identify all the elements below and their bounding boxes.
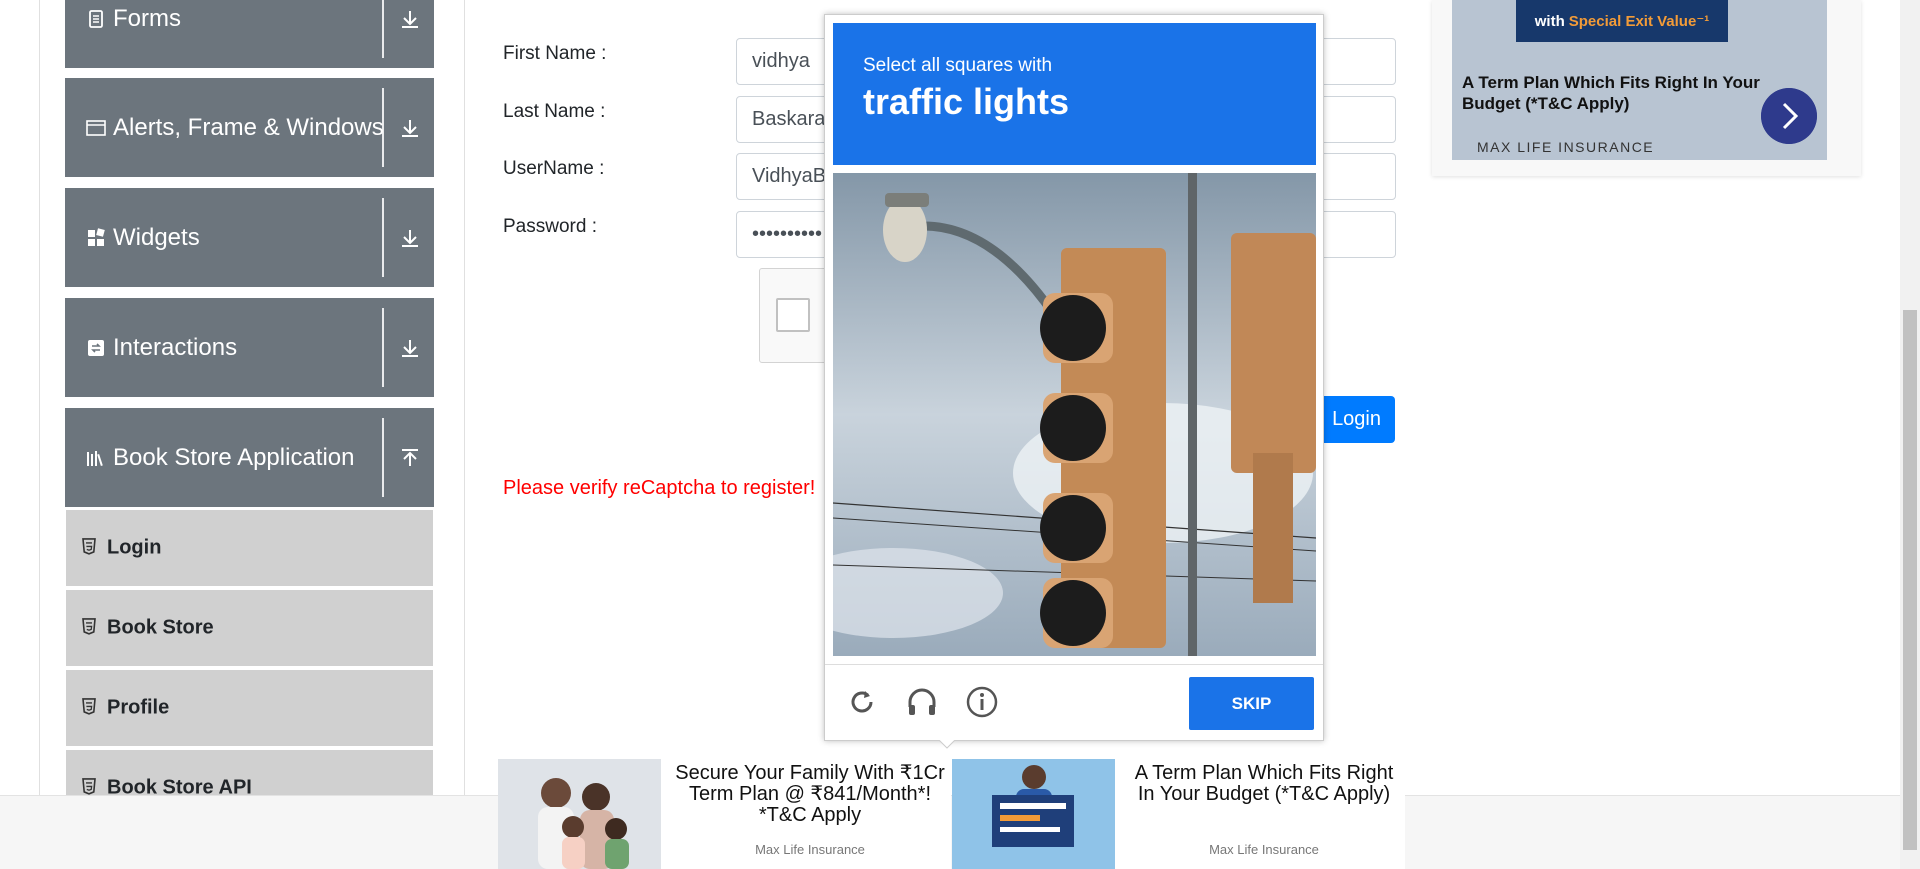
document-icon (89, 9, 103, 28)
ad-brand: MAX LIFE INSURANCE (1477, 139, 1655, 155)
captcha-instruction: Select all squares with (863, 55, 1053, 76)
html5-icon (82, 618, 96, 635)
recaptcha-error-message: Please verify reCaptcha to register! (503, 477, 816, 499)
bottom-ad-2[interactable]: A Term Plan Which Fits Right In Your Bud… (952, 759, 1405, 869)
recaptcha-checkbox[interactable] (776, 298, 810, 332)
captcha-target: traffic lights (863, 81, 1070, 122)
first-name-label: First Name : (503, 43, 607, 64)
ad-title: A Term Plan Which Fits Right In Your Bud… (1134, 762, 1394, 805)
interactions-icon (88, 339, 104, 356)
ad-brand: Max Life Insurance (755, 842, 865, 857)
group-title: Forms (113, 4, 181, 32)
group-title: Alerts, Frame & Windows (113, 113, 384, 141)
group-title: Interactions (113, 333, 238, 361)
group-title: Book Store Application (113, 443, 355, 471)
ad-banner-highlight: Special Exit Value⁻¹ (1568, 13, 1710, 30)
password-label: Password : (503, 216, 597, 237)
sidebar-item-label: Login (107, 536, 162, 559)
captcha-image-grid (833, 173, 1316, 656)
widgets-icon (88, 227, 105, 246)
ad-banner-prefix: with (1534, 12, 1565, 30)
separator (382, 88, 384, 167)
ad-text: A Term Plan Which Fits Right In Your Bud… (1462, 73, 1760, 113)
books-icon (87, 450, 103, 466)
scrollbar[interactable] (1900, 0, 1920, 869)
html5-icon (82, 698, 96, 715)
separator (382, 418, 384, 497)
scrollbar-thumb[interactable] (1903, 310, 1917, 850)
separator (382, 198, 384, 277)
ad-man-photo (952, 759, 1115, 869)
group-widgets[interactable]: Widgets (65, 188, 434, 287)
download-arrow-icon[interactable] (398, 116, 422, 140)
html5-icon (82, 778, 96, 795)
window-icon (86, 119, 106, 136)
ad-brand: Max Life Insurance (1209, 842, 1319, 857)
ad-banner: with Special Exit Value⁻¹ (1516, 0, 1728, 42)
sidebar-item-login[interactable]: Login (66, 510, 433, 588)
recaptcha-challenge: Select all squares with traffic lights S… (824, 14, 1324, 741)
traffic-light-photo (833, 173, 1316, 656)
group-forms[interactable]: Forms (65, 0, 434, 68)
ad-right[interactable]: with Special Exit Value⁻¹ A Term Plan Whi… (1432, 0, 1861, 176)
separator (382, 0, 384, 58)
group-title: Widgets (113, 223, 200, 251)
sidebar-item-label: Profile (107, 696, 170, 719)
group-book-store-application[interactable]: Book Store Application (65, 408, 434, 507)
username-label: UserName : (503, 158, 605, 179)
ad-title: Secure Your Family With ₹1Cr Term Plan @… (675, 762, 945, 826)
bottom-ad-1[interactable]: Secure Your Family With ₹1Cr Term Plan @… (498, 759, 951, 869)
download-arrow-icon[interactable] (398, 336, 422, 360)
download-arrow-icon[interactable] (398, 226, 422, 250)
captcha-header: Select all squares with traffic lights (833, 23, 1316, 165)
last-name-label: Last Name : (503, 101, 606, 122)
headphones-icon[interactable] (905, 685, 939, 719)
ad-family-photo (498, 759, 661, 869)
download-arrow-icon[interactable] (398, 7, 422, 31)
info-icon[interactable] (965, 685, 999, 719)
group-alerts-frame-windows[interactable]: Alerts, Frame & Windows (65, 78, 434, 177)
separator (382, 308, 384, 387)
reload-icon[interactable] (845, 685, 879, 719)
html5-icon (82, 538, 96, 555)
group-interactions[interactable]: Interactions (65, 298, 434, 397)
sidebar-item-profile[interactable]: Profile (66, 670, 433, 748)
page: Forms Alerts, Frame & Windows Widgets In… (0, 0, 1920, 869)
captcha-footer: SKIP (825, 664, 1323, 740)
skip-button[interactable]: SKIP (1189, 677, 1314, 730)
sidebar-item-label: Book Store (107, 616, 214, 639)
captcha-pointer (939, 740, 955, 749)
upload-arrow-icon[interactable] (398, 446, 422, 470)
ad-image: with Special Exit Value⁻¹ A Term Plan Whi… (1452, 0, 1827, 160)
sidebar-item-book-store[interactable]: Book Store (66, 590, 433, 668)
chevron-right-icon[interactable] (1761, 88, 1817, 144)
